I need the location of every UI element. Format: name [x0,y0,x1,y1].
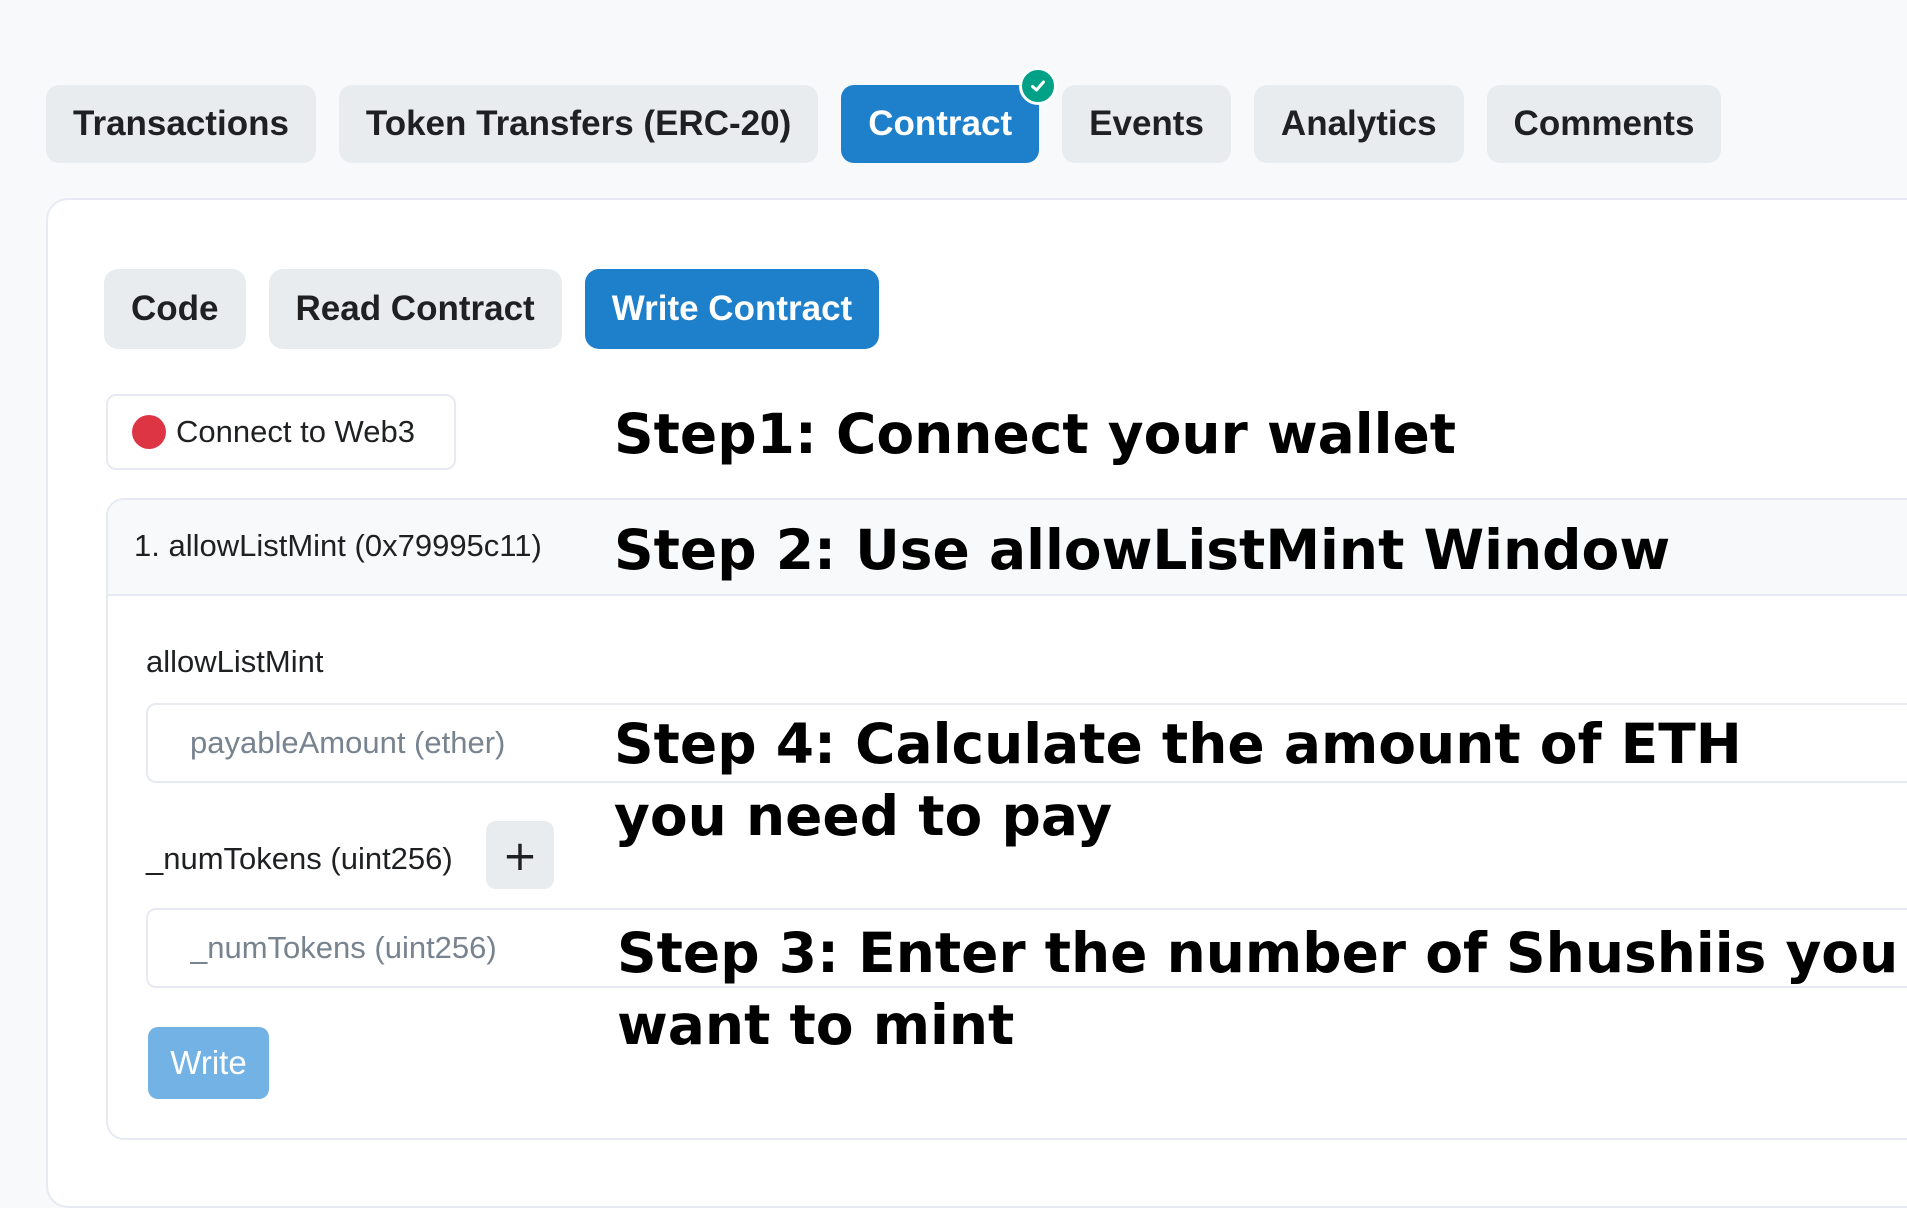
subtab-code[interactable]: Code [104,269,246,349]
tab-contract[interactable]: Contract [841,67,1058,163]
tab-events[interactable]: Events [1062,85,1231,163]
function-title: 1. allowListMint (0x79995c11) [134,528,542,563]
disconnected-status-icon [132,415,166,449]
tab-token-transfers[interactable]: Token Transfers (ERC-20) [338,85,819,163]
write-button[interactable]: Write [148,1027,269,1099]
annotation-step3-line1: Step 3: Enter the number of Shushiis you [617,921,1899,985]
subtab-read-contract[interactable]: Read Contract [268,269,562,349]
top-tab-bar: Transactions Token Transfers (ERC-20) Co… [46,67,1722,163]
function-name-label: allowListMint [146,644,324,679]
verified-check-icon [1019,67,1058,105]
num-tokens-label: _numTokens (uint256) [146,841,453,876]
annotation-step1: Step1: Connect your wallet [614,402,1457,466]
annotation-step4-line1: Step 4: Calculate the amount of ETH [614,712,1742,776]
connect-web3-button[interactable]: Connect to Web3 [106,394,456,470]
annotation-step4-line2: you need to pay [614,784,1113,848]
annotation-step3-line2: want to mint [617,993,1015,1057]
tab-transactions[interactable]: Transactions [46,85,316,163]
tab-comments[interactable]: Comments [1486,85,1722,163]
tab-contract-label: Contract [868,104,1013,143]
contract-sub-tabs: Code Read Contract Write Contract [104,269,880,349]
annotation-step2: Step 2: Use allowListMint Window [614,518,1671,582]
add-param-button[interactable]: + [486,821,554,889]
connect-web3-label: Connect to Web3 [176,414,415,449]
subtab-write-contract[interactable]: Write Contract [584,269,880,349]
tab-analytics[interactable]: Analytics [1253,85,1464,163]
